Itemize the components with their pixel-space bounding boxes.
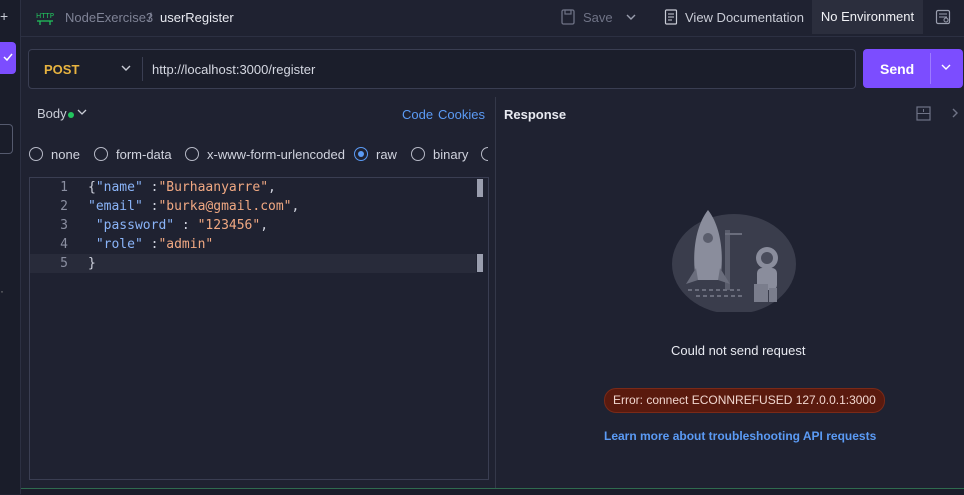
radio-label-binary[interactable]: binary (433, 147, 468, 162)
add-icon[interactable]: + (0, 8, 10, 24)
environment-selector[interactable]: No Environment (812, 0, 923, 34)
rail-dot-icon: · (0, 284, 4, 298)
editor-scrollbar[interactable] (477, 179, 483, 197)
line-number: 2 (60, 199, 68, 214)
code-punct: , (268, 180, 276, 195)
line-number: 4 (60, 237, 68, 252)
radio-label-raw[interactable]: raw (376, 147, 397, 162)
save-button[interactable]: Save (583, 10, 613, 25)
radio-label-form-data[interactable]: form-data (116, 147, 172, 162)
body-active-dot (68, 112, 74, 118)
current-line-highlight (30, 254, 476, 273)
body-tab[interactable]: Body (37, 106, 67, 121)
response-title: Response (504, 107, 567, 122)
code-key: "email" (88, 199, 143, 214)
line-number: 1 (60, 180, 68, 195)
code-line: {"name" :"Burhaanyarre", (88, 180, 276, 195)
body-chevron-icon[interactable] (77, 105, 87, 122)
radio-urlencoded[interactable] (185, 147, 199, 161)
code-value: "burka@gmail.com" (158, 199, 292, 214)
code-punct: { (88, 180, 96, 195)
rail-filter-box[interactable] (0, 124, 13, 154)
code-punct (88, 237, 96, 252)
code-punct: : (142, 237, 159, 252)
radio-binary[interactable] (411, 147, 425, 161)
code-value: "Burhaanyarre" (158, 180, 269, 195)
code-punct: : (142, 199, 159, 214)
response-message: Could not send request (671, 343, 806, 358)
breadcrumb-collection[interactable]: NodeExercise3 (65, 10, 153, 25)
http-icon: HTTP (36, 12, 54, 25)
code-link[interactable]: Code (402, 107, 433, 122)
code-line: "role" :"admin" (88, 237, 213, 252)
method-selector[interactable]: POST (44, 62, 79, 77)
save-icon[interactable] (561, 9, 575, 25)
code-punct: , (291, 199, 300, 214)
radio-graphql-partial[interactable] (481, 147, 488, 161)
method-chevron-icon[interactable] (120, 60, 132, 79)
code-key: "name" (95, 180, 143, 195)
editor-scrollbar-marker (477, 254, 483, 272)
rail-new-button[interactable] (0, 42, 16, 74)
code-punct: } (88, 256, 96, 271)
code-line: } (88, 256, 96, 271)
breadcrumb-request[interactable]: userRegister (160, 10, 234, 25)
panel-divider[interactable] (495, 97, 496, 489)
send-options-chevron-icon[interactable] (940, 59, 952, 78)
radio-label-urlencoded[interactable]: x-www-form-urlencoded (207, 147, 345, 162)
code-punct: : (142, 180, 159, 195)
line-number: 5 (60, 256, 68, 271)
left-rail (0, 0, 21, 494)
url-input[interactable]: http://localhost:3000/register (152, 62, 315, 77)
url-divider (142, 57, 143, 81)
cookies-link[interactable]: Cookies (438, 107, 485, 122)
send-button[interactable]: Send (880, 61, 914, 77)
environment-settings-icon[interactable] (935, 9, 951, 25)
radio-raw[interactable] (354, 147, 368, 161)
line-number: 3 (60, 218, 68, 233)
code-line: "password" : "123456", (88, 218, 268, 233)
svg-text:HTTP: HTTP (36, 12, 54, 20)
view-documentation-button[interactable]: View Documentation (685, 10, 804, 25)
code-punct: , (260, 218, 269, 233)
code-value: "123456" (197, 218, 261, 233)
layout-toggle-icon[interactable] (916, 106, 931, 121)
code-value: "admin" (158, 237, 214, 252)
code-key: "role" (95, 237, 143, 252)
code-line: "email" :"burka@gmail.com", (88, 199, 299, 214)
chevron-down-icon[interactable] (626, 9, 636, 28)
check-icon (3, 53, 13, 62)
radio-label-none[interactable]: none (51, 147, 80, 162)
code-punct: : (174, 218, 198, 233)
send-divider (930, 53, 931, 84)
breadcrumb-separator: / (148, 10, 152, 25)
rocket-astronaut-illustration (672, 210, 796, 312)
troubleshooting-link[interactable]: Learn more about troubleshooting API req… (604, 429, 876, 443)
radio-form-data[interactable] (94, 147, 108, 161)
code-punct (88, 218, 96, 233)
chevron-right-icon[interactable] (950, 105, 960, 124)
document-icon[interactable] (664, 9, 678, 25)
code-key: "password" (95, 218, 175, 233)
error-badge: Error: connect ECONNREFUSED 127.0.0.1:30… (604, 388, 885, 413)
radio-none[interactable] (29, 147, 43, 161)
